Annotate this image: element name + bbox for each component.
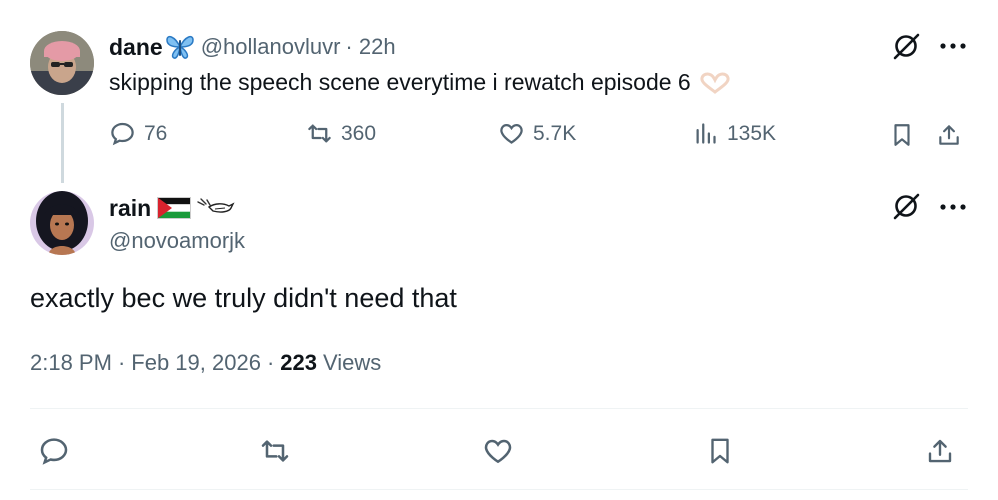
palestine-flag-icon	[157, 197, 192, 219]
tweet-date[interactable]: Feb 19, 2026	[131, 350, 261, 376]
parent-time[interactable]: · 22h	[345, 34, 395, 60]
thread-line	[61, 103, 64, 183]
views-stat[interactable]: 135K	[692, 120, 776, 147]
grok-icon[interactable]	[890, 30, 922, 62]
meta-separator: ·	[117, 350, 126, 375]
reply-author-name[interactable]: rain	[109, 195, 151, 222]
parent-header: dane @hollanovluvr · 22h	[109, 32, 396, 62]
like-count: 5.7K	[533, 121, 577, 145]
repost-stat[interactable]: 360	[306, 120, 376, 147]
dove-icon	[195, 197, 235, 219]
tweet-time[interactable]: 2:18 PM	[30, 350, 112, 376]
meta-separator: ·	[266, 350, 275, 375]
reply-button[interactable]	[36, 433, 72, 469]
reply-handle[interactable]: @novoamorjk	[109, 228, 245, 254]
parent-tweet-text: skipping the speech scene everytime i re…	[109, 69, 691, 95]
share-icon[interactable]	[934, 120, 964, 150]
parent-text-line: skipping the speech scene everytime i re…	[109, 69, 731, 96]
grok-icon[interactable]	[890, 190, 922, 222]
views-count: 223	[280, 350, 317, 375]
repost-icon	[306, 120, 333, 147]
reply-tweet-text: exactly bec we truly didn't need that	[30, 283, 457, 313]
like-stat[interactable]: 5.7K	[498, 120, 576, 147]
heart-hands-icon	[699, 72, 731, 94]
like-button[interactable]	[480, 433, 516, 469]
views-label: Views	[322, 350, 382, 375]
parent-author-name[interactable]: dane	[109, 34, 163, 61]
repost-count: 360	[341, 121, 377, 145]
reply-icon	[109, 120, 136, 147]
butterfly-icon	[165, 34, 195, 60]
parent-handle[interactable]: @hollanovluvr	[201, 34, 341, 60]
parent-avatar[interactable]	[30, 31, 94, 95]
reply-count: 76	[144, 121, 168, 145]
bookmark-icon[interactable]	[887, 120, 917, 150]
share-button[interactable]	[922, 433, 958, 469]
more-dots-icon[interactable]	[935, 195, 971, 219]
heart-icon	[498, 120, 525, 147]
analytics-icon	[692, 120, 719, 147]
repost-button[interactable]	[257, 433, 293, 469]
bookmark-button[interactable]	[702, 433, 738, 469]
reply-stat[interactable]: 76	[109, 120, 167, 147]
reply-name-row: rain	[109, 193, 235, 223]
more-dots-icon[interactable]	[935, 34, 971, 58]
tweet-meta: 2:18 PM · Feb 19, 2026 · 223 Views	[30, 350, 381, 376]
divider	[30, 408, 968, 409]
views-count: 135K	[727, 121, 777, 145]
reply-avatar[interactable]	[30, 191, 94, 255]
divider	[30, 489, 968, 490]
